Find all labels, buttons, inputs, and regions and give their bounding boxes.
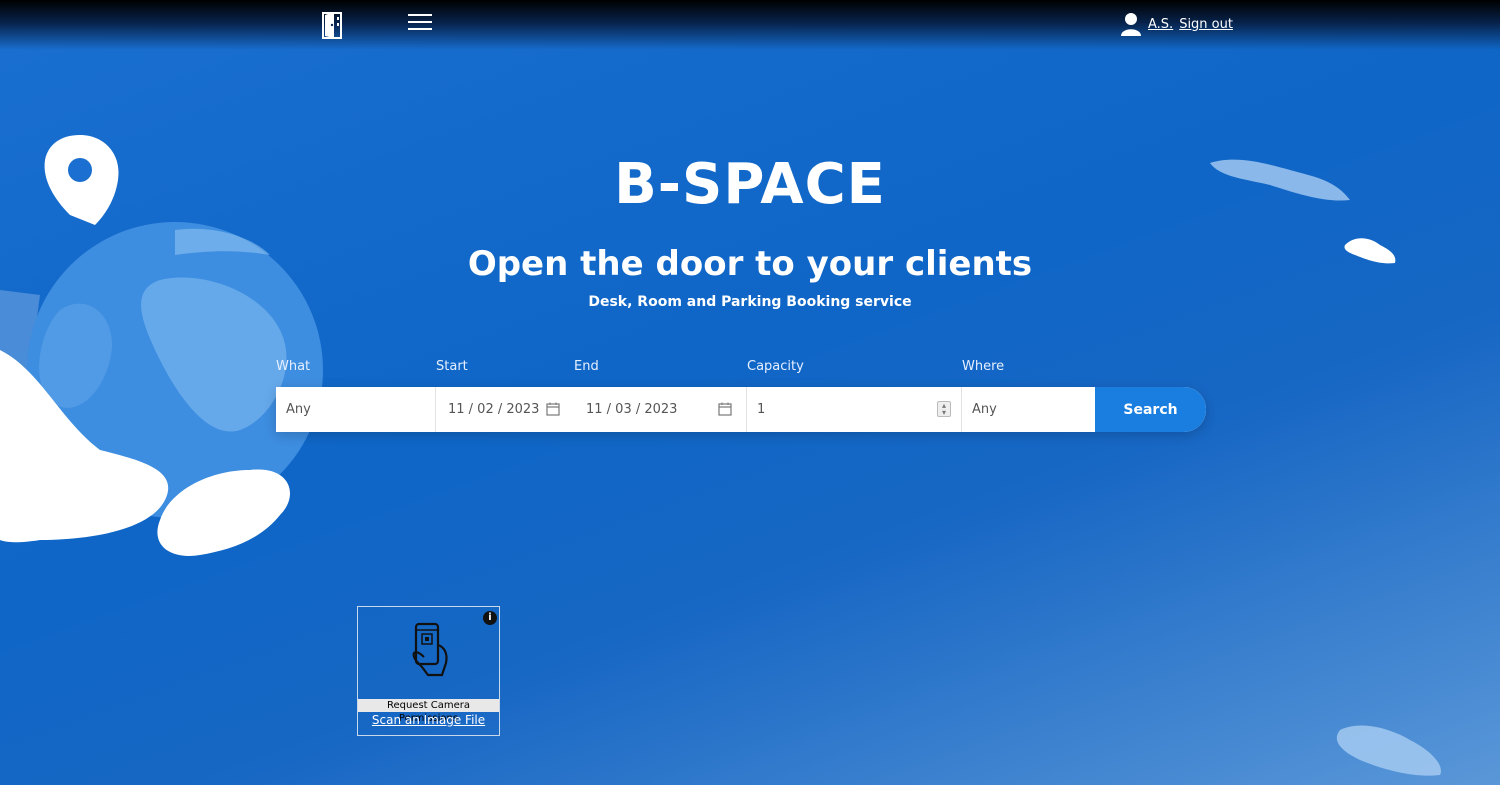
page-title: B-SPACE [614,152,886,217]
start-date-value: 11 / 02 / 2023 [448,402,540,417]
cloud-decoration-bottom-right [1336,725,1441,776]
sign-out-link[interactable]: Sign out [1179,17,1233,32]
capacity-label: Capacity [747,359,804,374]
search-bar: Any 11 / 02 / 2023 11 / 03 / 2023 1 ▴ ▾ A… [276,387,1206,432]
calendar-icon[interactable] [546,402,560,416]
scan-image-file-link[interactable]: Scan an Image File [358,713,499,727]
user-account-area: A.S. Sign out [1120,10,1233,38]
hero-tagline: Desk, Room and Parking Booking service [588,294,912,310]
capacity-value: 1 [757,402,766,417]
end-date-input[interactable]: 11 / 03 / 2023 [574,387,747,432]
where-label: Where [962,359,1005,374]
number-stepper-icon[interactable]: ▴ ▾ [937,401,951,417]
door-logo-icon[interactable] [320,9,346,39]
what-label: What [276,359,311,374]
where-select[interactable]: Any [962,387,1095,432]
start-date-input[interactable]: 11 / 02 / 2023 [436,387,574,432]
hamburger-menu-icon[interactable] [408,14,432,34]
what-select[interactable]: Any [276,387,436,432]
phone-qr-scan-icon [412,622,448,677]
qr-scanner-panel: i Request Camera Permissions Scan an Ima… [357,606,500,736]
end-label: End [574,359,599,374]
capacity-input[interactable]: 1 ▴ ▾ [747,387,962,432]
user-icon [1121,13,1141,36]
search-button[interactable]: Search [1095,387,1206,432]
top-navigation-bar: A.S. Sign out [0,0,1500,50]
info-icon[interactable]: i [483,611,497,625]
calendar-icon[interactable] [718,402,732,416]
end-date-value: 11 / 03 / 2023 [586,402,678,417]
user-initials-link[interactable]: A.S. [1148,17,1173,32]
start-label: Start [436,359,468,374]
request-camera-permissions-button[interactable]: Request Camera Permissions [358,699,499,724]
hero-subtitle: Open the door to your clients [467,244,1033,284]
